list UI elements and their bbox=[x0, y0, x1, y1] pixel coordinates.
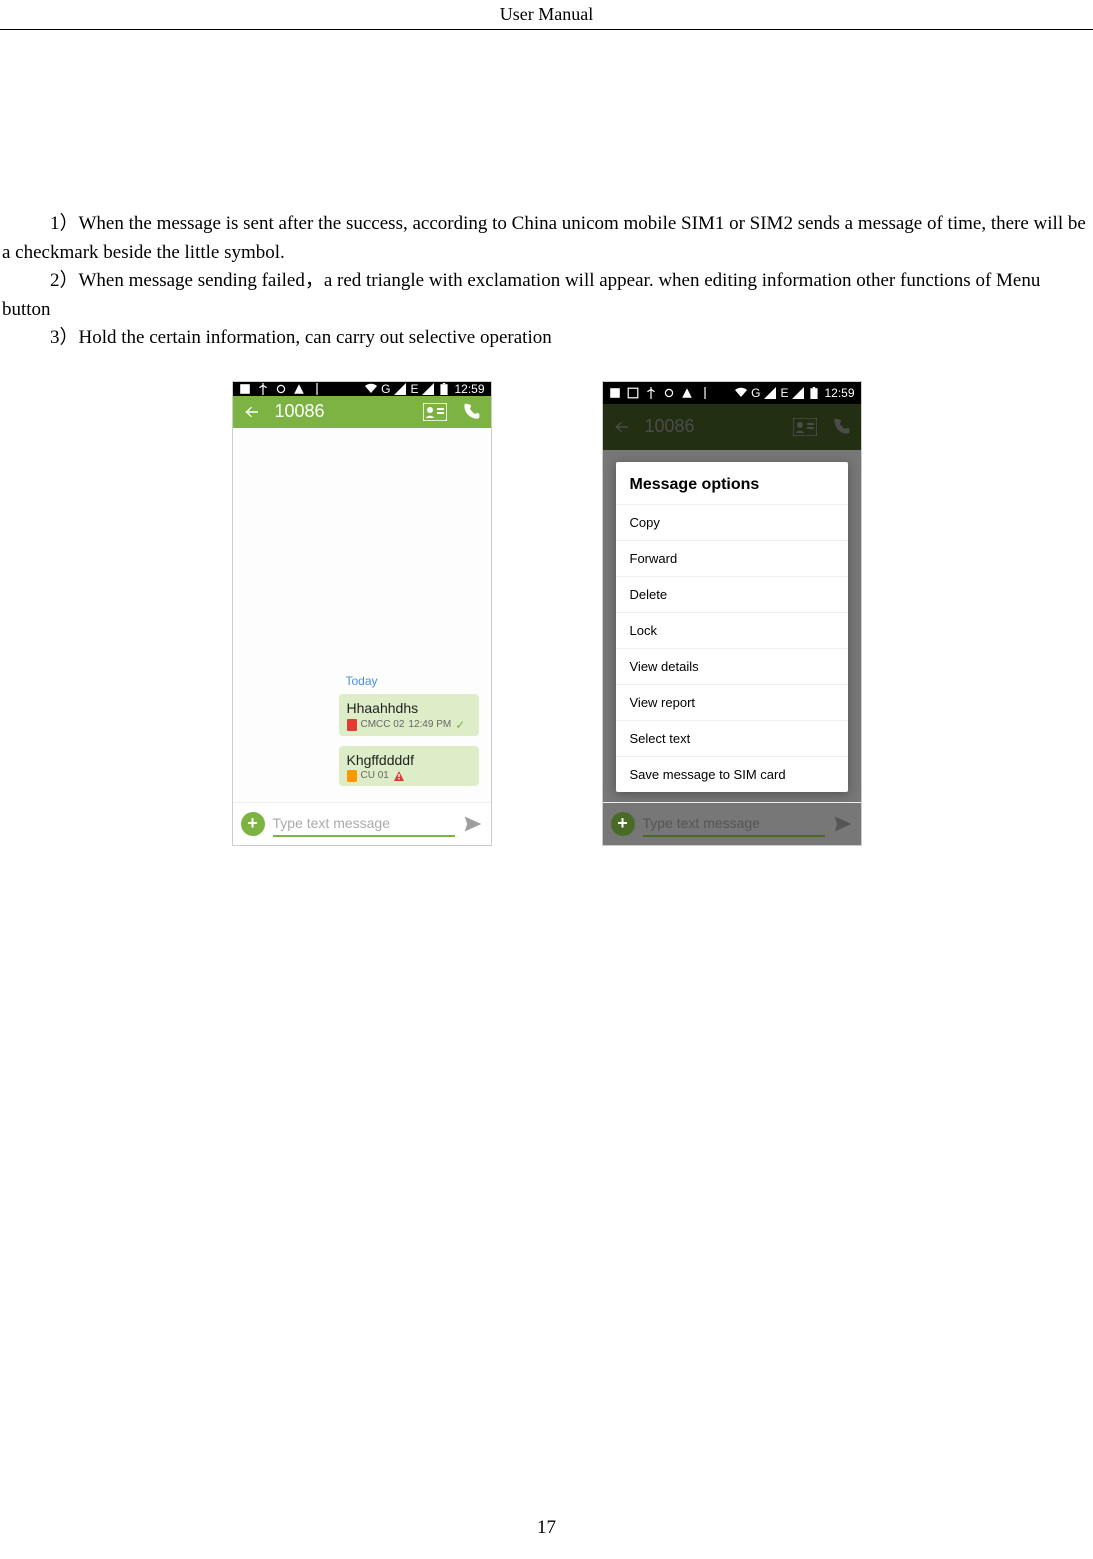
signal-e-label: E bbox=[410, 382, 418, 396]
message-options-dialog: Message options Copy Forward Delete Lock… bbox=[616, 462, 848, 792]
back-arrow-icon[interactable] bbox=[243, 403, 261, 421]
wifi-icon bbox=[365, 383, 377, 395]
message-text: Khgffddddf bbox=[347, 752, 471, 768]
dialog-item-lock[interactable]: Lock bbox=[616, 612, 848, 648]
dialog-item-copy[interactable]: Copy bbox=[616, 504, 848, 540]
checkmark-icon: ✓ bbox=[455, 718, 465, 732]
conversation-action-bar: 10086 bbox=[233, 396, 491, 427]
conversation-title: 10086 bbox=[275, 401, 325, 422]
dialog-item-delete[interactable]: Delete bbox=[616, 576, 848, 612]
contact-card-icon[interactable] bbox=[423, 403, 447, 421]
dialog-item-select-text[interactable]: Select text bbox=[616, 720, 848, 756]
usb-icon bbox=[257, 383, 269, 395]
message-bubble-2[interactable]: Khgffddddf CU 01 bbox=[339, 746, 479, 786]
screenshots-row: G E 12:59 10086 Today Hhaahhdhs CMCC 02 bbox=[0, 381, 1093, 846]
dialog-overlay[interactable]: Message options Copy Forward Delete Lock… bbox=[603, 382, 861, 845]
call-icon[interactable] bbox=[461, 402, 481, 422]
dialog-item-save-to-sim[interactable]: Save message to SIM card bbox=[616, 756, 848, 792]
message-time: 12:49 PM bbox=[408, 719, 451, 730]
phone-screenshot-options-dialog: G E 12:59 10086 + Type text message Mess… bbox=[602, 381, 862, 846]
status-bar: G E 12:59 bbox=[233, 382, 491, 397]
message-meta: CMCC 02 12:49 PM ✓ bbox=[347, 718, 471, 732]
battery-icon bbox=[438, 383, 450, 395]
page-number: 17 bbox=[0, 1517, 1093, 1539]
message-bubble-1[interactable]: Hhaahhdhs CMCC 02 12:49 PM ✓ bbox=[339, 694, 479, 736]
carrier-label: CMCC 02 bbox=[361, 719, 405, 730]
sim-chip-icon bbox=[347, 719, 357, 731]
message-meta: CU 01 bbox=[347, 770, 471, 782]
sim-chip-icon bbox=[347, 770, 357, 782]
messages-area: Today Hhaahhdhs CMCC 02 12:49 PM ✓ Khgff… bbox=[233, 428, 491, 802]
body-paragraphs: 1）When the message is sent after the suc… bbox=[0, 210, 1093, 353]
alert-triangle-icon bbox=[393, 770, 405, 782]
paragraph-3: 3）Hold the certain information, can carr… bbox=[2, 324, 1091, 353]
signal-icon-1 bbox=[394, 383, 406, 395]
paragraph-2: 2）When message sending failed，a red tria… bbox=[2, 267, 1091, 324]
status-time: 12:59 bbox=[454, 382, 484, 396]
paragraph-1: 1）When the message is sent after the suc… bbox=[2, 210, 1091, 267]
dialog-item-forward[interactable]: Forward bbox=[616, 540, 848, 576]
input-row: + Type text message bbox=[233, 802, 491, 845]
sim-icon bbox=[239, 383, 251, 395]
add-attachment-button[interactable]: + bbox=[241, 812, 265, 836]
signal-icon-2 bbox=[422, 383, 434, 395]
phone-screenshot-messaging: G E 12:59 10086 Today Hhaahhdhs CMCC 02 bbox=[232, 381, 492, 846]
usb-icon-2 bbox=[311, 383, 323, 395]
message-text: Hhaahhdhs bbox=[347, 700, 471, 716]
carrier-label: CU 01 bbox=[361, 770, 389, 781]
message-input[interactable]: Type text message bbox=[273, 811, 455, 837]
dialog-item-view-details[interactable]: View details bbox=[616, 648, 848, 684]
rotate-icon bbox=[275, 383, 287, 395]
status-right-icons: G E 12:59 bbox=[365, 382, 484, 396]
dialog-title: Message options bbox=[616, 462, 848, 504]
send-icon[interactable] bbox=[463, 814, 483, 834]
page-header-title: User Manual bbox=[0, 0, 1093, 30]
warning-icon bbox=[293, 383, 305, 395]
status-left-icons bbox=[239, 383, 323, 395]
today-divider: Today bbox=[239, 674, 485, 688]
dialog-item-view-report[interactable]: View report bbox=[616, 684, 848, 720]
signal-g-label: G bbox=[381, 382, 390, 396]
